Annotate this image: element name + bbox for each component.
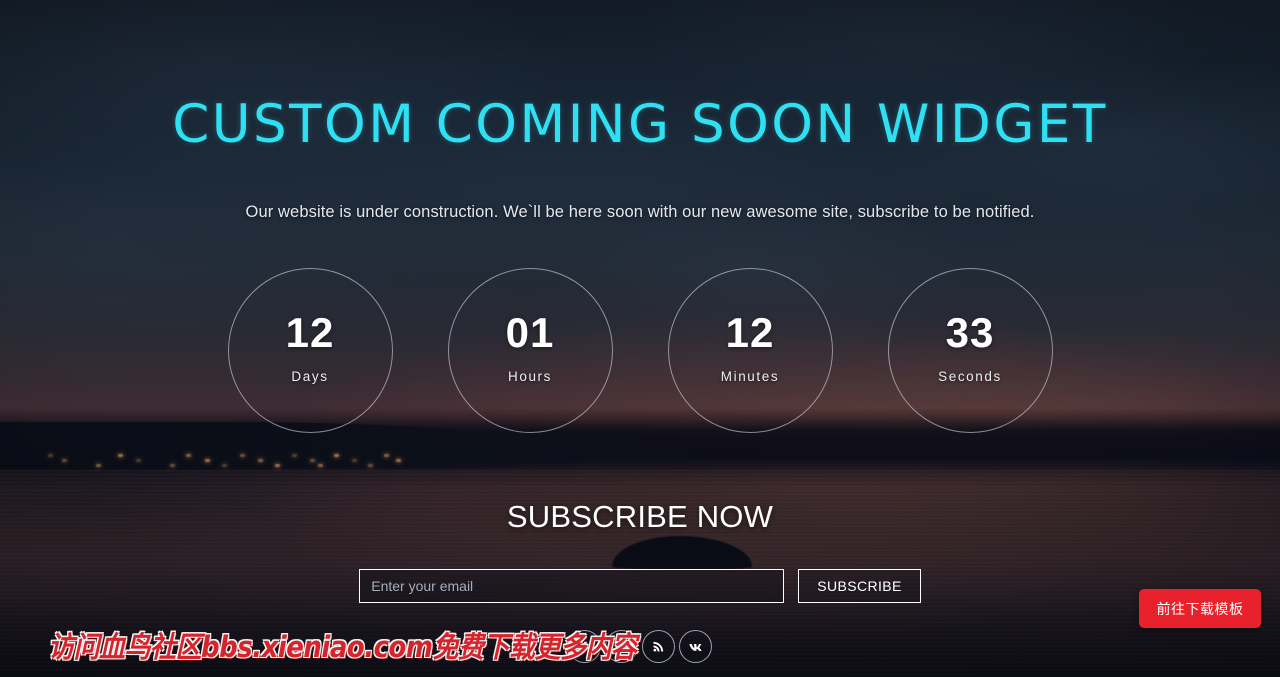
countdown-unit-seconds: 33 Seconds — [887, 268, 1053, 433]
social-link-vk[interactable] — [679, 630, 712, 663]
countdown-seconds-value: 33 — [945, 309, 995, 356]
coming-soon-page: CUSTOM COMING SOON WIDGET Our website is… — [0, 0, 1280, 677]
page-title: CUSTOM COMING SOON WIDGET — [172, 94, 1108, 155]
countdown-timer: 12 Days 01 Hours 12 Minutes 33 Seconds — [0, 268, 1280, 433]
countdown-hours-value: 01 — [505, 309, 555, 356]
subscribe-button[interactable]: SUBSCRIBE — [798, 569, 921, 603]
countdown-minutes-value: 12 — [725, 309, 775, 356]
email-input[interactable] — [359, 569, 785, 603]
social-link-rss[interactable] — [642, 630, 675, 663]
countdown-unit-minutes: 12 Minutes — [667, 268, 833, 433]
page-subtitle: Our website is under construction. We`ll… — [245, 203, 1035, 221]
countdown-days-label: Days — [291, 369, 329, 384]
vk-icon — [687, 638, 705, 656]
countdown-days-value: 12 — [285, 309, 335, 356]
subscribe-heading: SUBSCRIBE NOW — [506, 499, 774, 534]
rss-icon — [651, 639, 666, 654]
countdown-hours-label: Hours — [507, 369, 552, 384]
download-template-button[interactable]: 前往下载模板 — [1139, 589, 1261, 628]
countdown-unit-hours: 01 Hours — [447, 268, 613, 433]
countdown-seconds-label: Seconds — [938, 369, 1002, 384]
countdown-minutes-label: Minutes — [720, 369, 780, 384]
subscribe-form: SUBSCRIBE — [0, 569, 1280, 603]
countdown-unit-days: 12 Days — [227, 268, 393, 433]
site-watermark: 访问血鸟社区bbs.xieniao.com免费下载更多内容 — [48, 631, 637, 665]
